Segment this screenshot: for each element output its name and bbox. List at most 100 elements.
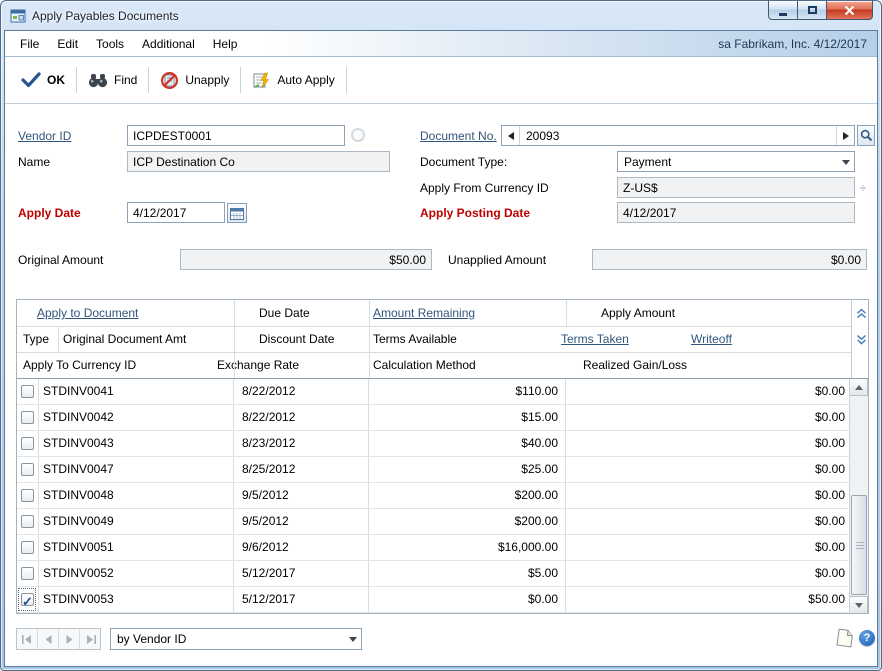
row-checkbox[interactable]	[21, 515, 34, 528]
row-select-cell[interactable]	[17, 587, 39, 612]
menu-item-edit[interactable]: Edit	[48, 33, 87, 55]
row-document-cell[interactable]: STDINV0052	[39, 561, 234, 586]
ok-button[interactable]: OK	[13, 69, 73, 91]
row-select-cell[interactable]	[17, 561, 39, 586]
caption-buttons	[768, 1, 873, 20]
titlebar[interactable]: Apply Payables Documents	[1, 1, 881, 30]
table-row[interactable]: STDINV0053 5/12/2017 $0.00 $50.00	[17, 587, 851, 613]
header-terms-taken[interactable]: Terms Taken	[561, 326, 629, 352]
calendar-button[interactable]	[227, 203, 247, 223]
row-checkbox[interactable]	[21, 593, 34, 606]
scrollbar-thumb[interactable]	[851, 495, 867, 595]
row-select-cell[interactable]	[17, 405, 39, 430]
first-record-button[interactable]	[17, 629, 38, 649]
row-due-date-cell: 8/23/2012	[234, 431, 369, 456]
header-amount-remaining[interactable]: Amount Remaining	[373, 300, 475, 326]
row-checkbox[interactable]	[21, 541, 34, 554]
menu-item-additional[interactable]: Additional	[133, 33, 204, 55]
auto-apply-button[interactable]: Auto Apply	[244, 68, 342, 93]
vendor-notes-button[interactable]	[351, 128, 365, 142]
table-row[interactable]: STDINV0051 9/6/2012 $16,000.00 $0.00	[17, 535, 851, 561]
row-document-cell[interactable]: STDINV0043	[39, 431, 234, 456]
expand-detail-button[interactable]	[853, 330, 869, 348]
row-amount-remaining-cell: $25.00	[369, 457, 566, 482]
document-no-link[interactable]: Document No.	[420, 128, 497, 144]
scroll-down-button[interactable]	[850, 596, 868, 613]
next-record-button[interactable]	[59, 629, 80, 649]
row-apply-amount-cell[interactable]: $0.00	[566, 483, 851, 508]
maximize-button[interactable]	[798, 1, 826, 20]
row-amount-remaining-cell: $0.00	[369, 587, 566, 612]
previous-document-button[interactable]	[502, 126, 520, 145]
next-document-button[interactable]	[836, 126, 854, 145]
row-checkbox[interactable]	[21, 411, 34, 424]
row-apply-amount-cell[interactable]: $0.00	[566, 509, 851, 534]
row-select-cell[interactable]	[17, 379, 39, 404]
row-select-cell[interactable]	[17, 509, 39, 534]
table-row[interactable]: STDINV0041 8/22/2012 $110.00 $0.00	[17, 379, 851, 405]
row-document-cell[interactable]: STDINV0041	[39, 379, 234, 404]
row-apply-amount-cell[interactable]: $0.00	[566, 431, 851, 456]
menu-item-file[interactable]: File	[11, 33, 48, 55]
table-row[interactable]: STDINV0042 8/22/2012 $15.00 $0.00	[17, 405, 851, 431]
header-apply-amount: Apply Amount	[601, 300, 675, 326]
vendor-id-field[interactable]: ICPDEST0001	[127, 125, 345, 146]
row-apply-amount-cell[interactable]: $0.00	[566, 561, 851, 586]
row-checkbox[interactable]	[21, 437, 34, 450]
maximize-icon	[808, 6, 817, 14]
row-document-cell[interactable]: STDINV0048	[39, 483, 234, 508]
row-document-cell[interactable]: STDINV0051	[39, 535, 234, 560]
row-apply-amount-cell[interactable]: $0.00	[566, 405, 851, 430]
row-select-cell[interactable]	[17, 535, 39, 560]
document-no-field[interactable]: 20093	[520, 126, 836, 145]
scroll-up-button[interactable]	[850, 379, 868, 396]
row-checkbox[interactable]	[21, 489, 34, 502]
row-checkbox[interactable]	[21, 463, 34, 476]
row-document-cell[interactable]: STDINV0047	[39, 457, 234, 482]
row-apply-amount-cell[interactable]: $50.00	[566, 587, 851, 612]
sort-by-value: by Vendor ID	[111, 629, 345, 649]
collapse-detail-button[interactable]	[853, 304, 869, 322]
row-document-cell[interactable]: STDINV0049	[39, 509, 234, 534]
table-row[interactable]: STDINV0049 9/5/2012 $200.00 $0.00	[17, 509, 851, 535]
unapply-label: Unapply	[185, 73, 229, 87]
apply-date-field[interactable]: 4/12/2017	[127, 202, 225, 223]
row-select-cell[interactable]	[17, 457, 39, 482]
table-row[interactable]: STDINV0052 5/12/2017 $5.00 $0.00	[17, 561, 851, 587]
toolbar: OK Find Unapply Auto Apply	[5, 57, 877, 104]
row-apply-amount-cell[interactable]: $0.00	[566, 457, 851, 482]
unapply-button[interactable]: Unapply	[152, 68, 237, 93]
toolbar-separator	[76, 67, 77, 93]
row-checkbox[interactable]	[21, 385, 34, 398]
help-button[interactable]	[859, 630, 875, 646]
row-document-cell[interactable]: STDINV0053	[39, 587, 234, 612]
row-select-cell[interactable]	[17, 431, 39, 456]
table-row[interactable]: STDINV0043 8/23/2012 $40.00 $0.00	[17, 431, 851, 457]
row-apply-amount-cell[interactable]: $0.00	[566, 379, 851, 404]
row-checkbox[interactable]	[21, 567, 34, 580]
row-document-cell[interactable]: STDINV0042	[39, 405, 234, 430]
row-apply-amount-cell[interactable]: $0.00	[566, 535, 851, 560]
menu-item-help[interactable]: Help	[204, 33, 247, 55]
close-button[interactable]	[826, 1, 873, 20]
minimize-button[interactable]	[768, 1, 798, 20]
row-due-date-cell: 5/12/2017	[234, 561, 369, 586]
unapplied-amount-field: $0.00	[592, 249, 867, 270]
table-row[interactable]: STDINV0048 9/5/2012 $200.00 $0.00	[17, 483, 851, 509]
grid-scrollbar[interactable]	[849, 379, 868, 613]
menu-item-tools[interactable]: Tools	[87, 33, 133, 55]
vendor-id-link[interactable]: Vendor ID	[18, 128, 71, 144]
document-type-combo[interactable]: Payment	[617, 151, 855, 172]
previous-record-button[interactable]	[38, 629, 59, 649]
toolbar-separator	[148, 67, 149, 93]
header-apply-to-document[interactable]: Apply to Document	[37, 300, 138, 326]
table-row[interactable]: STDINV0047 8/25/2012 $25.00 $0.00	[17, 457, 851, 483]
notes-button[interactable]	[834, 627, 856, 649]
find-button[interactable]: Find	[80, 70, 145, 91]
document-lookup-button[interactable]	[857, 125, 875, 146]
header-writeoff[interactable]: Writeoff	[691, 326, 732, 352]
row-select-cell[interactable]	[17, 483, 39, 508]
sort-by-combo[interactable]: by Vendor ID	[110, 628, 362, 650]
last-record-button[interactable]	[80, 629, 100, 649]
vendor-id-value: ICPDEST0001	[133, 129, 212, 143]
